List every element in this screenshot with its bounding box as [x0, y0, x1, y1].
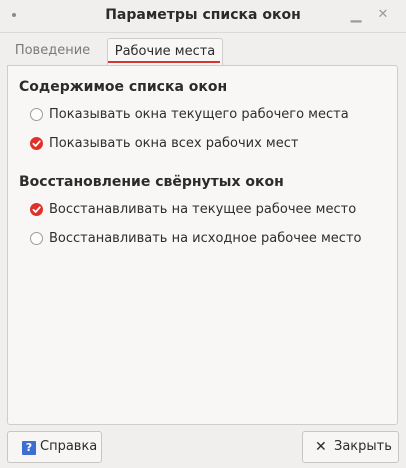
minimize-icon[interactable]: ▁: [348, 6, 364, 24]
section-title-content: Содержимое списка окон: [19, 79, 228, 95]
question-icon: ?: [22, 441, 36, 455]
radio-checked-icon[interactable]: [30, 137, 43, 150]
radio-label: Восстанавливать на текущее рабочее место: [49, 202, 357, 217]
workspaces-panel: Содержимое списка окон Показывать окна т…: [7, 65, 398, 425]
radio-checked-icon[interactable]: [30, 203, 43, 216]
radio-label: Показывать окна текущего рабочего места: [49, 107, 349, 122]
section-title-restore: Восстановление свёрнутых окон: [19, 174, 284, 190]
close-window-icon[interactable]: ✕: [375, 6, 391, 24]
radio-unchecked-icon[interactable]: [30, 232, 43, 245]
radio-label: Показывать окна всех рабочих мест: [49, 136, 299, 151]
window-title: Параметры списка окон: [105, 7, 301, 23]
radio-label: Восстанавливать на исходное рабочее мест…: [49, 231, 362, 246]
tab-behavior[interactable]: Поведение: [7, 38, 98, 65]
close-button-label: Закрыть: [334, 439, 392, 454]
help-button[interactable]: ? Справка: [7, 431, 102, 463]
radio-unchecked-icon[interactable]: [30, 108, 43, 121]
help-button-label: Справка: [40, 439, 98, 454]
close-button[interactable]: ✕ Закрыть: [302, 431, 399, 463]
close-icon: ✕: [315, 439, 327, 455]
active-tab-indicator: [108, 61, 220, 63]
title-bar: Параметры списка окон ▁ ✕: [0, 0, 406, 33]
